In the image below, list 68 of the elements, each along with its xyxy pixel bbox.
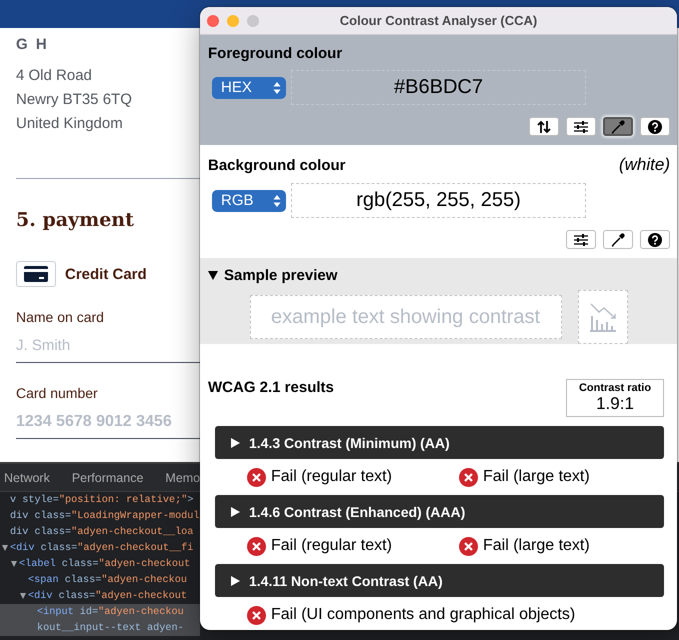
updown-arrows-icon — [273, 80, 281, 94]
help-button[interactable] — [640, 230, 670, 249]
fail-cross-icon — [247, 468, 266, 486]
code-line: <div class="adyen-checkout — [28, 590, 187, 602]
section-heading: Foreground colour — [208, 45, 342, 62]
result-text: Fail (regular text) — [271, 537, 392, 555]
contrast-ratio-label: Contrast ratio — [578, 382, 652, 394]
code-line: v style="position: relative;"> — [10, 494, 194, 506]
help-icon — [648, 232, 662, 246]
fail-cross-icon — [459, 468, 478, 486]
field-label: Card number — [16, 385, 99, 401]
eyedropper-icon — [611, 120, 625, 134]
code-line: <div class="adyen-checkout__fi — [10, 542, 194, 554]
address-line: United Kingdom — [16, 114, 123, 134]
swap-button[interactable] — [529, 117, 559, 136]
field-label: Name on card — [16, 309, 105, 325]
contrast-ratio-value: 1.9:1 — [596, 394, 634, 414]
result-text: Fail (large text) — [483, 537, 590, 555]
payment-method-label: Credit Card — [65, 266, 147, 282]
window-title: Colour Contrast Analyser (CCA) — [340, 13, 538, 28]
section-heading: Background colour — [208, 157, 346, 174]
format-select[interactable]: HEX — [212, 76, 286, 98]
help-icon — [648, 120, 662, 134]
disclosure-triangle-icon[interactable] — [208, 271, 218, 280]
devtools-tab[interactable]: Memo — [165, 464, 200, 491]
fail-cross-icon — [459, 536, 478, 556]
address-line: 4 Old Road — [16, 66, 92, 86]
code-line: div class="LoadingWrapper-modul — [10, 510, 200, 522]
code-line: div class="adyen-checkout__loa — [10, 526, 194, 538]
devtools-tab[interactable]: Network — [4, 464, 50, 491]
result-text: Fail (UI components and graphical objects) — [271, 606, 576, 624]
code-line: <label class="adyen-checkout — [19, 558, 190, 570]
eyedropper-icon — [611, 232, 625, 246]
code-line: <input id="adyen-checkou — [37, 606, 184, 618]
credit-card-icon[interactable] — [16, 261, 56, 287]
close-button[interactable] — [207, 14, 219, 26]
sliders-button[interactable] — [566, 230, 596, 249]
result-text: Fail (large text) — [483, 468, 590, 486]
sliders-icon — [573, 120, 589, 134]
colour-value-field[interactable]: rgb(255, 255, 255) — [291, 183, 586, 218]
result-text: Fail (regular text) — [271, 468, 392, 486]
colour-name: (white) — [618, 155, 670, 175]
sliders-button[interactable] — [566, 117, 596, 136]
fail-cross-icon — [247, 606, 266, 624]
updown-arrows-icon — [273, 194, 281, 208]
help-button[interactable] — [640, 117, 670, 136]
sliders-icon — [573, 232, 589, 246]
section-heading: 5. payment — [16, 209, 134, 231]
bar-chart-icon — [588, 302, 616, 332]
criterion-header[interactable]: 1.4.6 Contrast (Enhanced) (AAA) — [215, 495, 664, 528]
devtools-tab[interactable]: Performance — [72, 464, 144, 491]
sample-text-preview: example text showing contrast — [250, 295, 562, 339]
swap-arrows-icon — [537, 120, 551, 134]
address-line: Newry BT35 6TQ — [16, 90, 132, 110]
format-select[interactable]: RGB — [212, 190, 286, 212]
section-heading: Sample preview — [224, 267, 338, 284]
criterion-header[interactable]: 1.4.11 Non-text Contrast (AA) — [215, 564, 664, 597]
fail-cross-icon — [247, 536, 266, 556]
section-heading: WCAG 2.1 results — [208, 379, 334, 396]
expand-triangle-icon[interactable] — [2, 545, 8, 551]
recipient-name: G H — [16, 36, 49, 55]
code-line: <span class="adyen-checkou — [28, 574, 187, 586]
picker-button[interactable] — [603, 230, 633, 249]
expand-triangle-icon[interactable] — [11, 561, 17, 567]
text-input-field[interactable]: 1234 5678 9012 3456 — [16, 401, 200, 439]
code-line: kout__input--text adyen- — [37, 622, 184, 634]
criterion-header[interactable]: 1.4.3 Contrast (Minimum) (AA) — [215, 426, 664, 459]
colour-value-field[interactable]: #B6BDC7 — [291, 70, 586, 105]
